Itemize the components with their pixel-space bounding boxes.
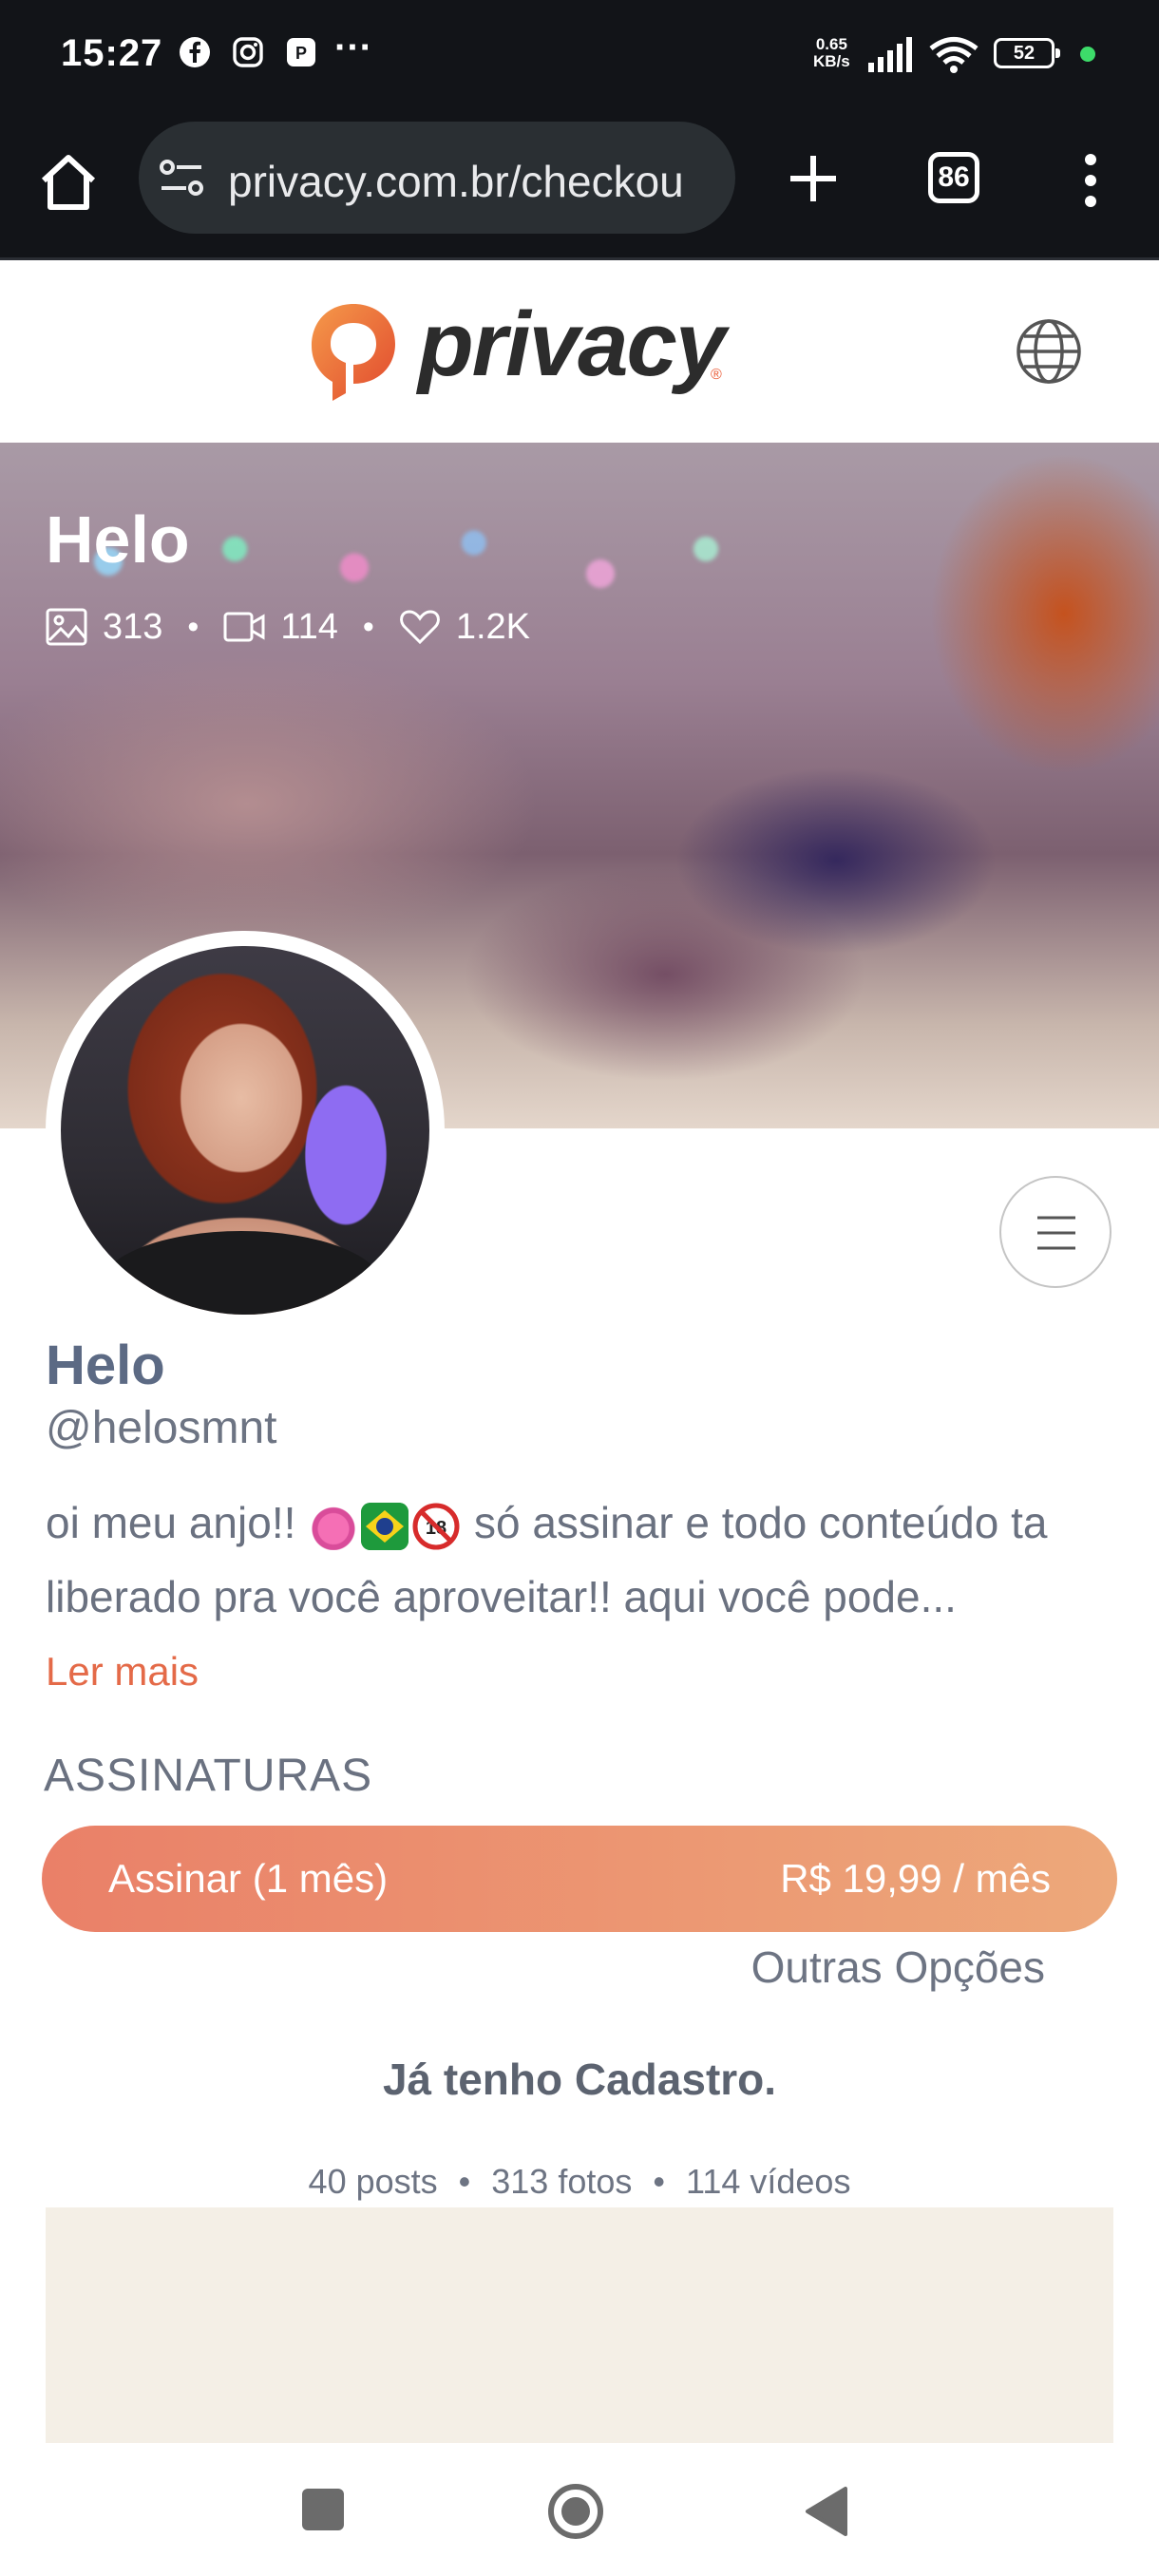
site-settings-icon[interactable]: [160, 158, 203, 198]
separator-dot: •: [362, 608, 374, 645]
posts-count: 40 posts: [308, 2162, 438, 2201]
avatar-photo-detail: [99, 1231, 384, 1315]
new-tab-icon[interactable]: [785, 150, 842, 207]
more-notifications-icon: ···: [334, 27, 372, 68]
profile-name: Helo: [46, 1335, 165, 1396]
profile-avatar[interactable]: [46, 931, 445, 1330]
content-counts: 40 posts • 313 fotos • 114 vídeos: [308, 2162, 851, 2201]
language-globe-icon[interactable]: [1015, 317, 1083, 386]
subscribe-button-price: R$ 19,99 / mês: [780, 1856, 1051, 1901]
cover-photos-stat: 313: [46, 607, 162, 648]
recent-apps-button[interactable]: [302, 2489, 344, 2530]
separator-dot: •: [187, 608, 200, 645]
video-icon: [223, 612, 265, 642]
subscribe-button-label: Assinar (1 mês): [108, 1856, 389, 1901]
hamburger-menu-icon: [1037, 1216, 1075, 1250]
network-speed: 0.65 KB/s: [813, 35, 850, 70]
subscribe-button[interactable]: Assinar (1 mês) R$ 19,99 / mês: [42, 1826, 1117, 1932]
subscriptions-heading: ASSINATURAS: [44, 1751, 373, 1801]
browser-toolbar: privacy.com.br/checkou 86: [0, 112, 1159, 260]
battery-icon: 52: [994, 38, 1060, 68]
system-navigation-bar: [0, 2443, 1159, 2576]
clock: 15:27: [61, 32, 163, 74]
sparkling-heart-emoji-icon: [310, 1502, 358, 1550]
home-button[interactable]: [545, 2481, 606, 2542]
address-bar[interactable]: privacy.com.br/checkou: [139, 122, 735, 234]
profile-menu-button[interactable]: [999, 1176, 1112, 1288]
privacy-logo-text[interactable]: privacy: [418, 293, 726, 397]
url-text[interactable]: privacy.com.br/checkou: [228, 156, 684, 207]
cover-stats: 313 • 114 • 1.2K: [46, 606, 530, 648]
facebook-icon: [180, 37, 210, 67]
photos-count: 313 fotos: [491, 2162, 633, 2201]
read-more-link[interactable]: Ler mais: [46, 1649, 199, 1695]
profile-handle: @helosmnt: [46, 1403, 277, 1453]
tab-switcher-button[interactable]: 86: [928, 152, 979, 203]
wifi-icon: [929, 37, 978, 73]
site-header: privacy ®: [0, 260, 1159, 443]
image-icon: [46, 608, 87, 646]
privacy-logo-icon[interactable]: [304, 298, 403, 407]
back-button[interactable]: [802, 2485, 849, 2538]
locked-post-preview[interactable]: [46, 2207, 1113, 2443]
avatar-photo: [61, 946, 429, 1315]
heart-icon: [399, 610, 440, 645]
other-options-link[interactable]: Outras Opções: [751, 1941, 1045, 1993]
cover-likes-stat: 1.2K: [399, 607, 530, 648]
videos-count: 114 vídeos: [685, 2162, 851, 2201]
svg-text:P: P: [295, 44, 307, 63]
status-bar: 15:27 P ··· 0.65 KB/s 52: [0, 0, 1159, 112]
brazil-flag-emoji-icon: [361, 1502, 409, 1550]
already-registered-link[interactable]: Já tenho Cadastro.: [0, 2054, 1159, 2105]
overflow-menu-icon[interactable]: [1077, 152, 1104, 209]
profile-bio: oi meu anjo!! 18 só assinar e todo conte…: [46, 1498, 1048, 1621]
registered-mark: ®: [711, 367, 722, 383]
signal-icon: [868, 37, 912, 72]
app-icon: P: [287, 38, 315, 66]
privacy-indicator-dot: [1080, 47, 1095, 62]
no-one-under-eighteen-emoji-icon: 18: [412, 1503, 460, 1550]
home-icon[interactable]: [36, 150, 101, 215]
cover-videos-stat: 114: [223, 607, 338, 648]
cover-title: Helo: [46, 502, 190, 577]
instagram-icon: [233, 37, 263, 67]
